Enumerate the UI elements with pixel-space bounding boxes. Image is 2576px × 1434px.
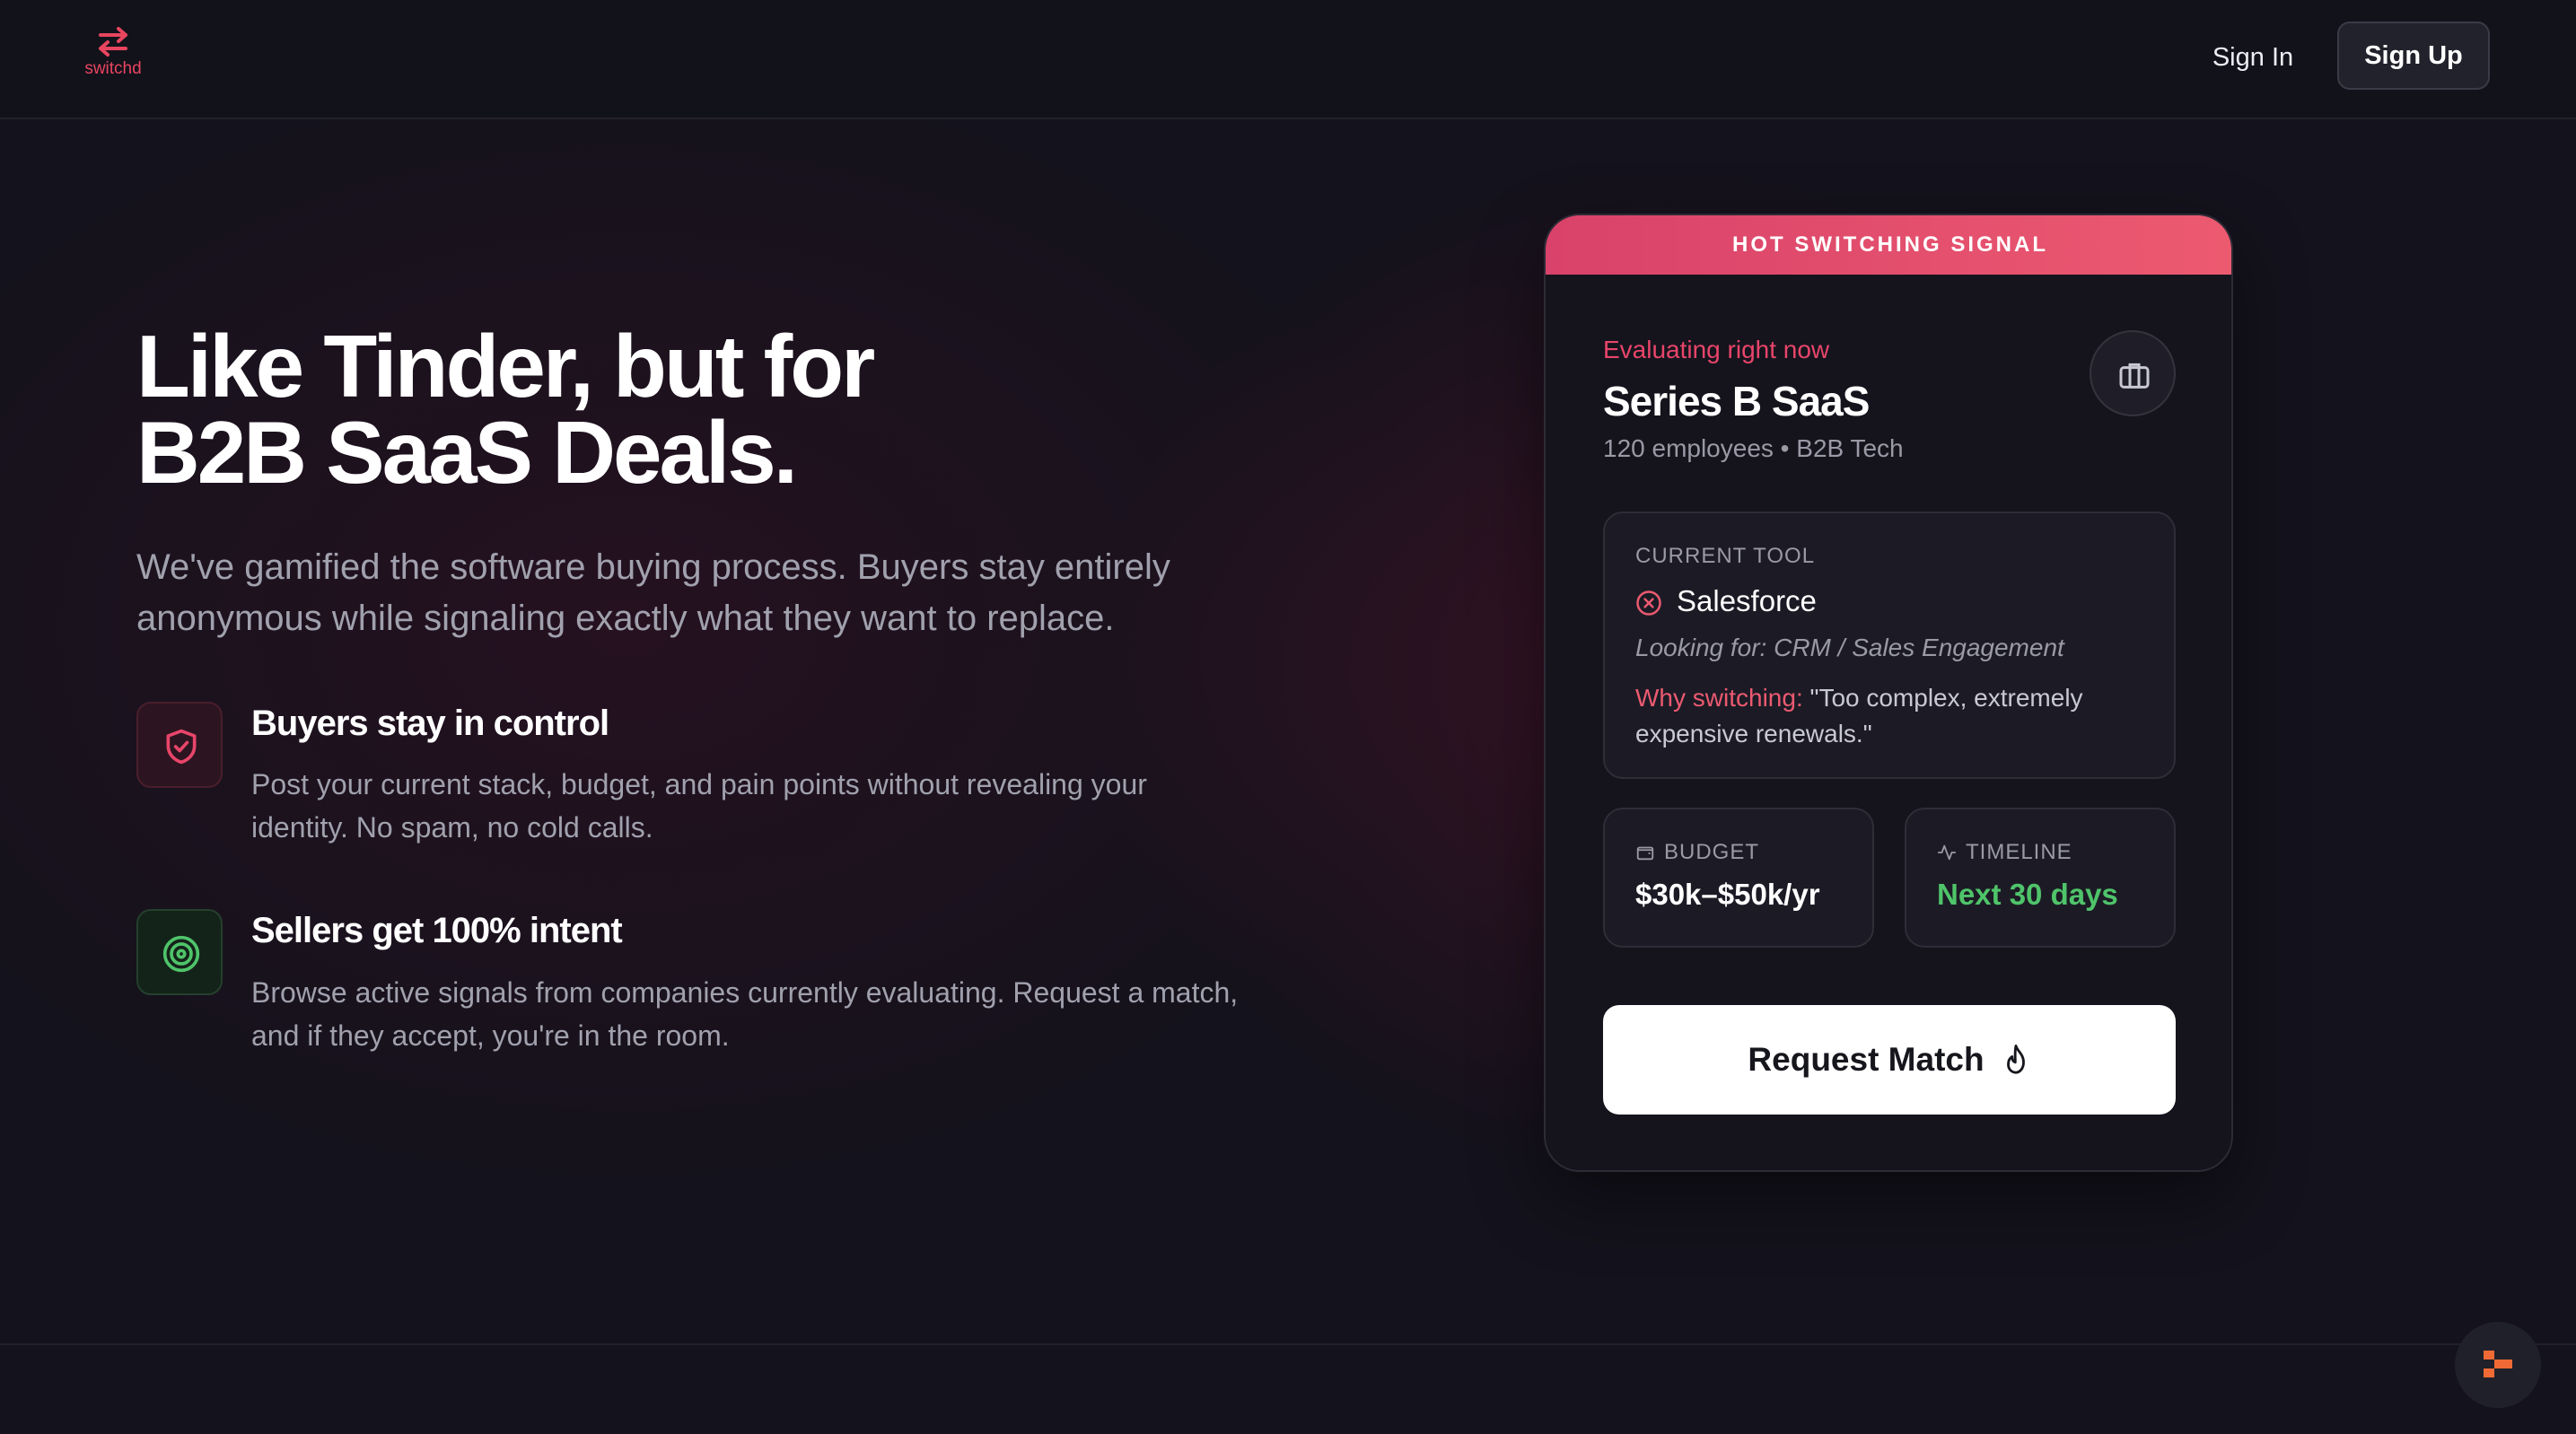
floating-widget-button[interactable] [2455,1322,2541,1408]
status-label: Evaluating right now [1603,336,1830,363]
feature-icon-box [136,702,223,788]
top-nav: switchd Sign In Sign Up [0,0,2576,119]
switch-arrows-icon [99,27,127,57]
wallet-icon [1636,846,1654,861]
why-switching-text: Why switching: "Too complex, extremely e… [1635,680,2156,752]
feature-description: Browse active signals from companies cur… [251,976,1239,1052]
flame-icon [2006,1044,2025,1074]
timeline-value: Next 30 days [1937,878,2118,911]
sign-up-button[interactable]: Sign Up [2337,22,2490,90]
current-tool-label: CURRENT TOOL [1635,544,1816,568]
current-tool-name: Salesforce [1677,584,1817,617]
looking-for-text: Looking for: CRM / Sales Engagement [1635,634,2064,661]
budget-label: BUDGET [1664,840,1760,864]
hero-title: Like Tinder, but for B2B SaaS Deals. [136,317,1214,502]
app-logo-icon [2484,1351,2512,1377]
budget-panel: BUDGET $30k–$50k/yr [1603,808,1874,948]
company-details-button[interactable] [2090,330,2176,416]
shield-check-icon [166,729,197,765]
logo[interactable]: switchd [77,27,149,84]
footer-divider [0,1343,2576,1345]
x-circle-icon [1636,590,1661,616]
feature-description: Post your current stack, budget, and pai… [251,768,1147,844]
feature-icon-box [136,909,223,995]
hero-title-line-2: B2B SaaS Deals. [136,403,798,502]
budget-label-row: BUDGET [1635,840,1759,865]
company-meta: 120 employees • B2B Tech [1603,434,1904,462]
sign-in-link[interactable]: Sign In [2190,36,2316,79]
feature-title: Sellers get 100% intent [251,911,623,950]
activity-icon [1937,844,1957,861]
briefcase-icon [2119,363,2150,389]
hero-subtitle: We've gamified the software buying proce… [136,547,1170,638]
request-match-button[interactable]: Request Match [1603,1005,2176,1115]
hot-signal-banner: HOT SWITCHING SIGNAL [1546,215,2231,275]
feature-title: Buyers stay in control [251,704,609,743]
signal-card: HOT SWITCHING SIGNAL Evaluating right no… [1544,214,2233,1172]
timeline-label: TIMELINE [1966,840,2072,864]
hero-title-line-1: Like Tinder, but for [136,317,875,415]
request-match-label: Request Match [1748,1041,1985,1078]
timeline-label-row: TIMELINE [1937,840,2072,865]
budget-value: $30k–$50k/yr [1635,878,1820,911]
logo-text: switchd [84,59,142,78]
target-icon [162,935,200,973]
why-switching-label: Why switching: [1635,684,1803,712]
timeline-panel: TIMELINE Next 30 days [1905,808,2176,948]
current-tool-panel: CURRENT TOOL Salesforce Looking for: CRM… [1603,512,2176,779]
company-name: Series B SaaS [1603,378,1870,424]
